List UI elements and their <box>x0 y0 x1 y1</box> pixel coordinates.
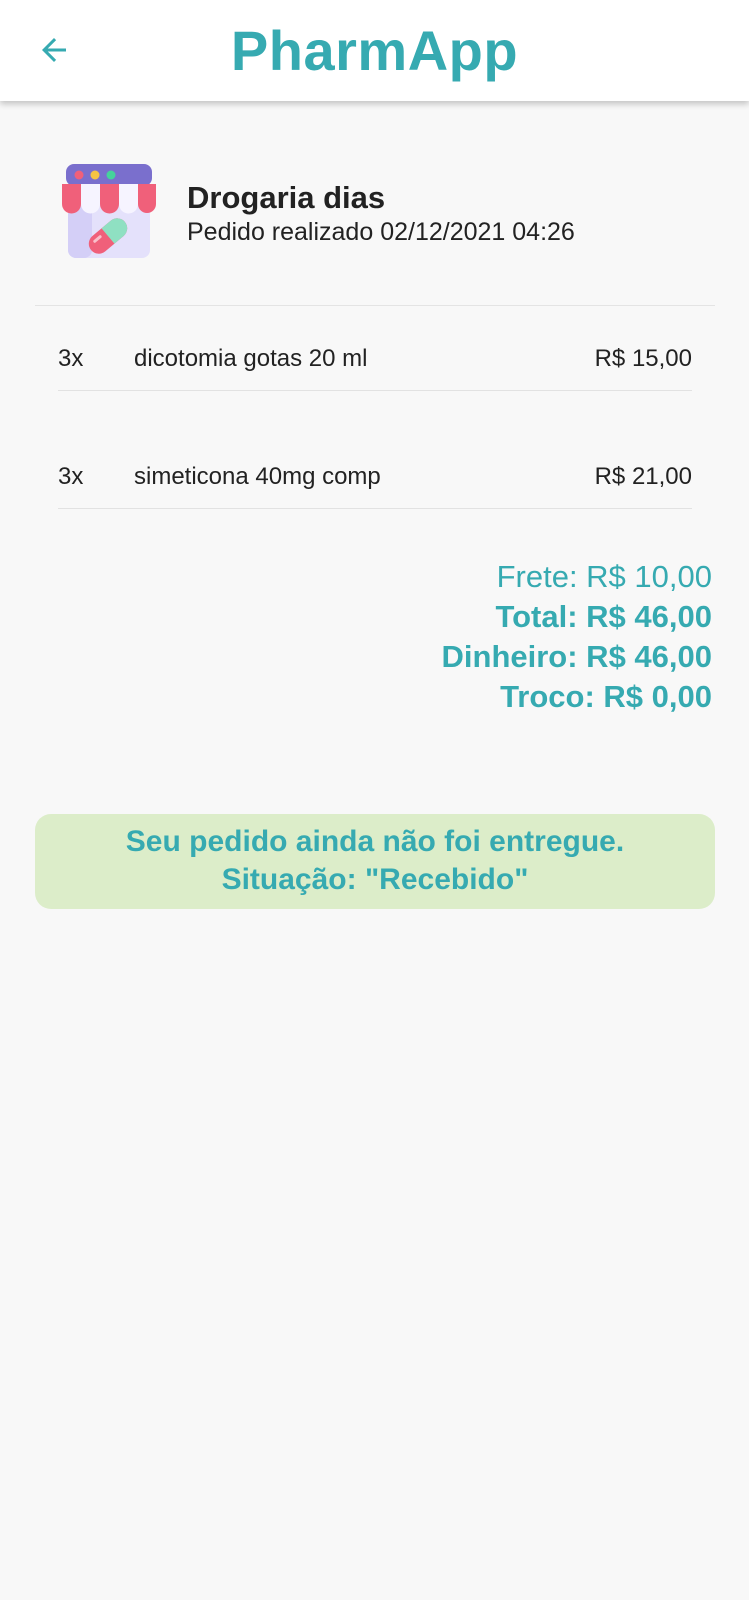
item-quantity: 3x <box>58 345 84 372</box>
header-divider <box>35 305 715 306</box>
item-quantity: 3x <box>58 463 84 490</box>
store-name: Drogaria dias <box>187 180 386 215</box>
pharmacy-store-icon <box>60 162 158 262</box>
app-title: PharmApp <box>230 19 519 82</box>
order-summary: Frete: R$ 10,00 Total: R$ 46,00 Dinheiro… <box>442 557 712 717</box>
change-amount: Troco: R$ 0,00 <box>500 679 712 714</box>
store-header: Drogaria dias Pedido realizado 02/12/202… <box>60 162 710 262</box>
shipping-fee: Frete: R$ 10,00 <box>496 559 712 594</box>
item-divider <box>58 390 692 391</box>
order-date: Pedido realizado 02/12/2021 04:26 <box>187 218 575 246</box>
app-bar: PharmApp <box>0 0 749 101</box>
list-item: 3x dicotomia gotas 20 ml R$ 15,00 <box>58 341 692 377</box>
status-situation: Situação: "Recebido" <box>221 863 529 896</box>
item-name: simeticona 40mg comp <box>134 463 381 490</box>
item-divider <box>58 508 692 509</box>
cash-amount: Dinheiro: R$ 46,00 <box>441 639 712 674</box>
item-price: R$ 15,00 <box>594 345 692 372</box>
status-message: Seu pedido ainda não foi entregue. <box>125 825 625 858</box>
item-price: R$ 21,00 <box>594 463 692 490</box>
item-name: dicotomia gotas 20 ml <box>134 345 368 372</box>
order-total: Total: R$ 46,00 <box>495 599 712 634</box>
list-item: 3x simeticona 40mg comp R$ 21,00 <box>58 459 692 495</box>
order-status-banner: Seu pedido ainda não foi entregue. Situa… <box>35 814 715 909</box>
